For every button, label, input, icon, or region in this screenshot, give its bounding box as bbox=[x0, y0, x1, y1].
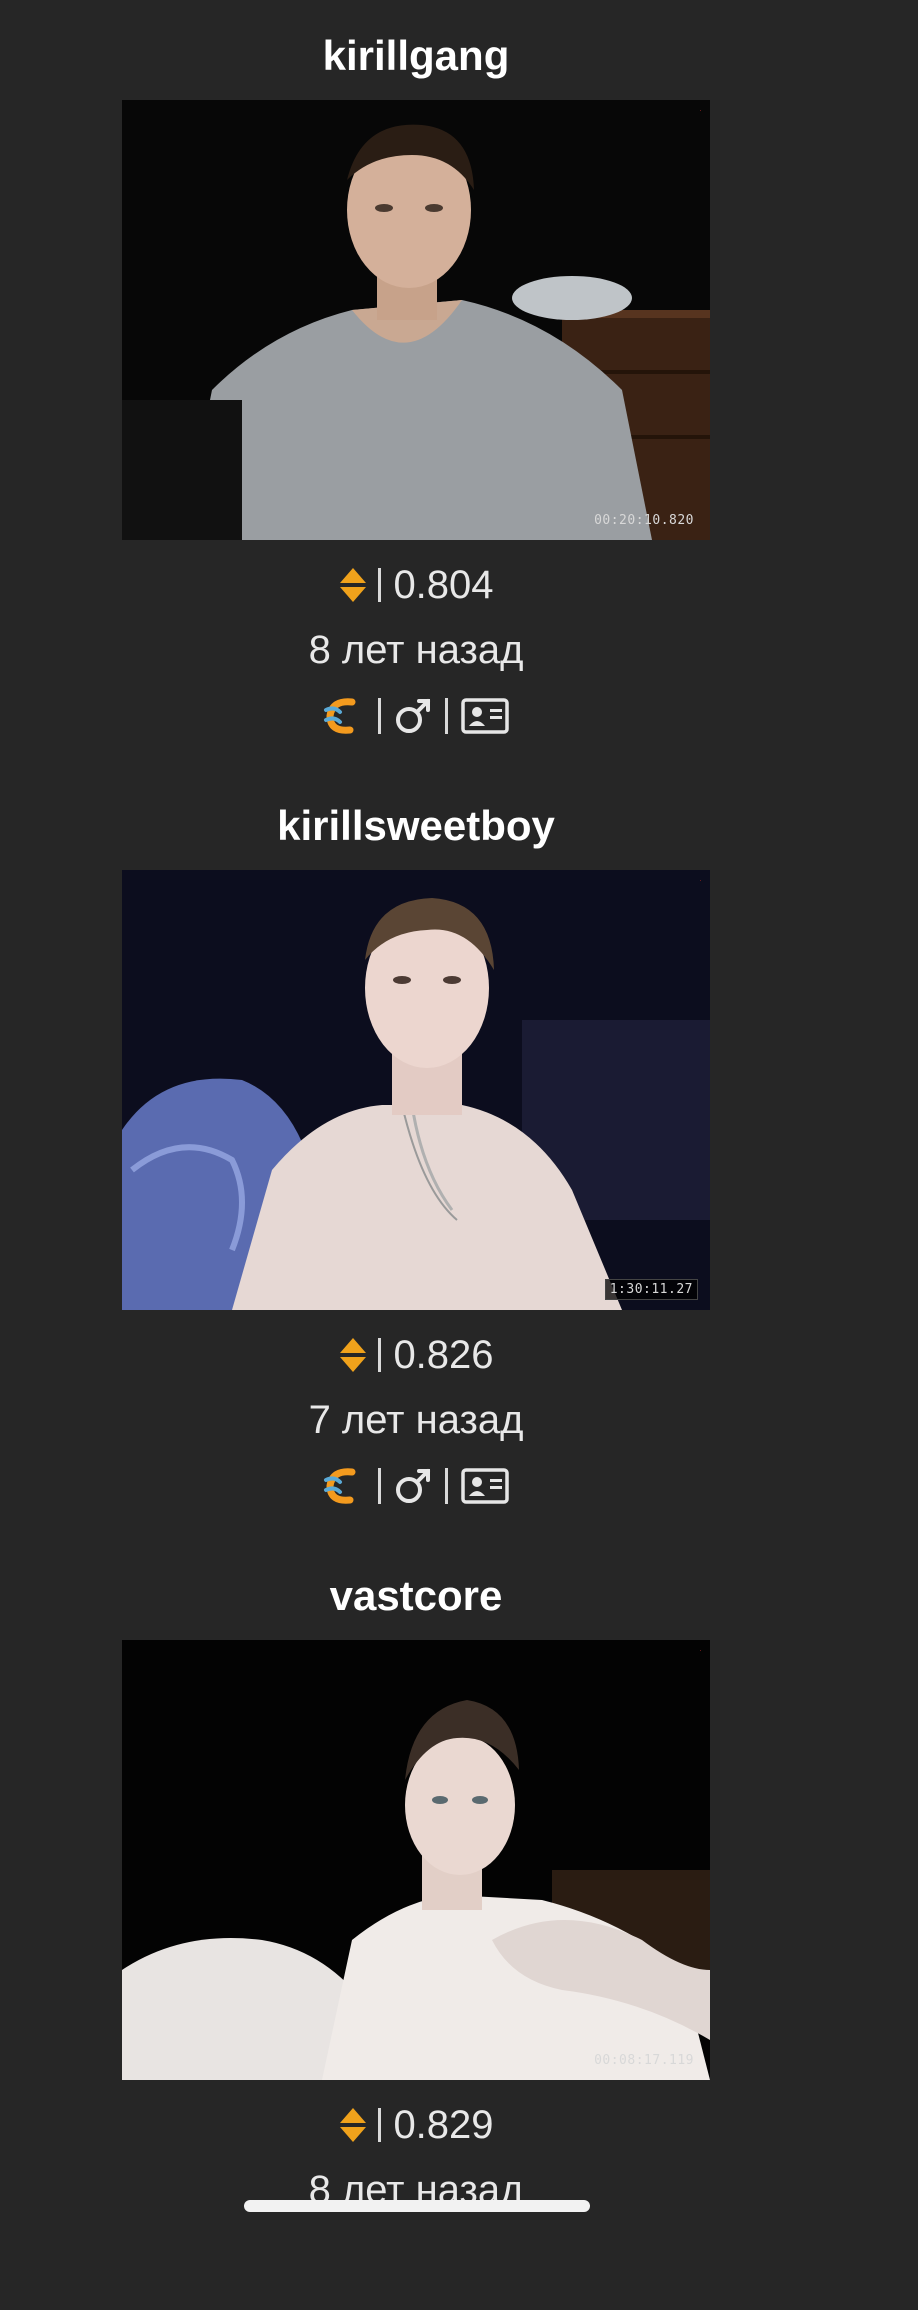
result-card: kirillgang · 00:20:10.820 0.804 8 лет на… bbox=[0, 0, 832, 770]
chaturbate-logo-icon[interactable] bbox=[322, 1466, 366, 1506]
id-card-icon[interactable] bbox=[460, 1466, 510, 1506]
male-icon bbox=[393, 1466, 433, 1506]
watermark: · bbox=[699, 875, 702, 885]
separator bbox=[445, 1468, 448, 1504]
watermark: · bbox=[699, 1645, 702, 1655]
similarity-score: 0.826 bbox=[393, 1333, 494, 1377]
score-row: 0.826 bbox=[0, 1330, 832, 1380]
watermark: · bbox=[699, 105, 702, 115]
icon-row bbox=[0, 690, 832, 742]
chaturbate-logo-icon[interactable] bbox=[322, 696, 366, 736]
video-thumbnail[interactable]: · 00:20:10.820 bbox=[122, 100, 710, 540]
separator bbox=[445, 698, 448, 734]
thumbnail-image bbox=[122, 870, 710, 1310]
video-timestamp: 00:08:17.119 bbox=[594, 2053, 694, 2068]
home-indicator[interactable] bbox=[244, 2200, 590, 2212]
video-thumbnail[interactable]: · 1:30:11.27 bbox=[122, 870, 710, 1310]
icon-row bbox=[0, 1460, 832, 1512]
thumbnail-image bbox=[122, 1640, 710, 2080]
id-card-icon[interactable] bbox=[460, 696, 510, 736]
similarity-score: 0.829 bbox=[393, 2103, 494, 2147]
score-row: 0.804 bbox=[0, 560, 832, 610]
result-card: vastcore · 00:08:17.119 0.829 8 лет наза… bbox=[0, 1540, 832, 2310]
username-link[interactable]: kirillgang bbox=[0, 26, 832, 86]
video-timestamp: 1:30:11.27 bbox=[604, 1279, 698, 1300]
separator bbox=[378, 698, 381, 734]
separator bbox=[378, 1468, 381, 1504]
thumbnail-image bbox=[122, 100, 710, 540]
score-row: 0.829 bbox=[0, 2100, 832, 2150]
upload-age: 7 лет назад bbox=[308, 1398, 524, 1442]
separator bbox=[378, 1338, 382, 1372]
separator bbox=[378, 568, 382, 602]
result-card: kirillsweetboy · 1:30:11.27 0.826 7 лет … bbox=[0, 770, 832, 1540]
separator bbox=[378, 2108, 382, 2142]
video-timestamp: 00:20:10.820 bbox=[594, 513, 694, 528]
sort-icon[interactable] bbox=[338, 566, 368, 604]
similarity-score: 0.804 bbox=[393, 563, 494, 607]
sort-icon[interactable] bbox=[338, 1336, 368, 1374]
upload-age: 8 лет назад bbox=[308, 628, 524, 672]
video-thumbnail[interactable]: · 00:08:17.119 bbox=[122, 1640, 710, 2080]
username-link[interactable]: vastcore bbox=[0, 1566, 832, 1626]
username-link[interactable]: kirillsweetboy bbox=[0, 796, 832, 856]
sort-icon[interactable] bbox=[338, 2106, 368, 2144]
male-icon bbox=[393, 696, 433, 736]
